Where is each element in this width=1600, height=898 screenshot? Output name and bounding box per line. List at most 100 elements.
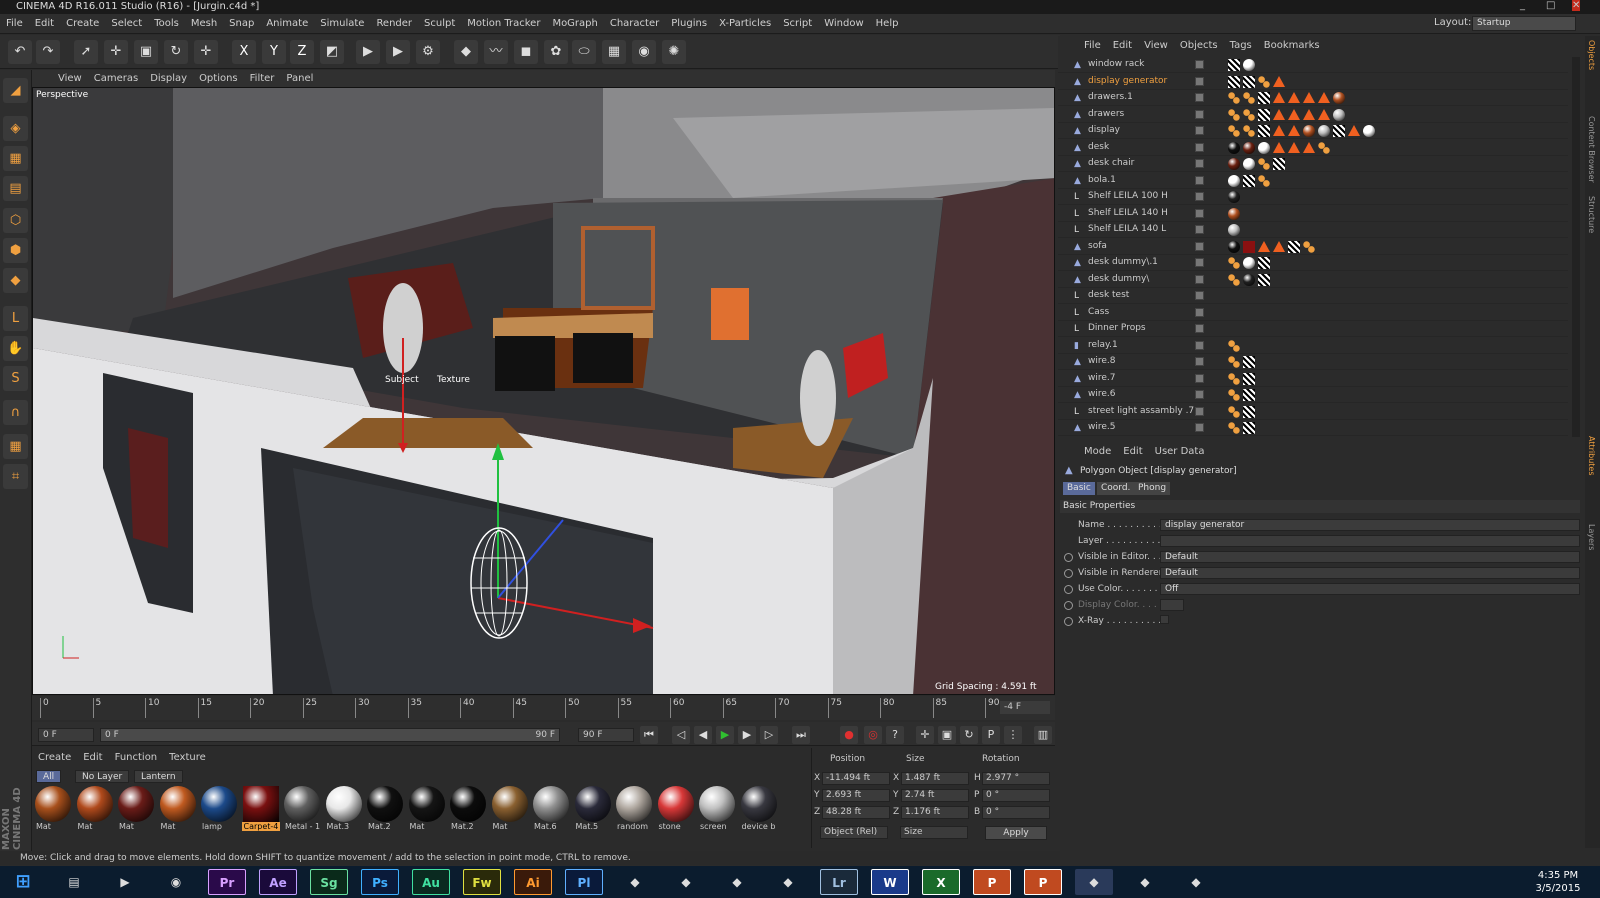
object-row[interactable]: L Dinner Props <box>1058 321 1568 337</box>
phong-tag-icon[interactable] <box>1348 125 1360 136</box>
size-mode-select[interactable]: Size <box>900 826 968 839</box>
rotation-field[interactable]: 2.977 ° <box>982 772 1050 785</box>
material-swatch[interactable]: Metal - 1 <box>283 786 321 836</box>
texture-tag-icon[interactable] <box>1243 75 1255 88</box>
menu-tools[interactable]: Tools <box>148 18 185 29</box>
move-icon[interactable]: ✛ <box>104 40 128 64</box>
viewport-menu-display[interactable]: Display <box>144 73 193 84</box>
object-row[interactable]: ▲ bola.1 <box>1058 173 1568 189</box>
visibility-toggle[interactable] <box>1195 159 1204 168</box>
uvw-tag-icon[interactable] <box>1228 257 1240 269</box>
next-key-icon[interactable]: ▷ <box>760 726 778 744</box>
rotation-field[interactable]: 0 ° <box>982 806 1050 819</box>
position-field[interactable]: 2.693 ft <box>822 789 890 802</box>
polygons-icon[interactable]: ◆ <box>3 268 28 293</box>
model-icon[interactable]: ◈ <box>3 116 28 141</box>
texture-tag-icon[interactable] <box>1333 125 1345 137</box>
phong-tag-icon[interactable] <box>1273 75 1285 87</box>
coord-system-icon[interactable]: ◩ <box>320 40 344 64</box>
menu-plugins[interactable]: Plugins <box>665 18 713 29</box>
texture-tag-icon[interactable] <box>1243 372 1255 385</box>
visibility-toggle[interactable] <box>1195 109 1204 119</box>
taskbar-sg-icon[interactable]: Sg <box>310 869 348 895</box>
key-param-icon[interactable]: P <box>982 726 1000 744</box>
material-tag-icon[interactable] <box>1228 207 1240 220</box>
nurbs-icon[interactable]: ◼ <box>514 40 538 64</box>
rotation-field[interactable]: 0 ° <box>982 789 1050 802</box>
range-slider[interactable]: 0 F 90 F <box>100 728 560 742</box>
visibility-toggle[interactable] <box>1195 225 1204 234</box>
material-tag-icon[interactable] <box>1243 59 1255 71</box>
position-field[interactable]: 48.28 ft <box>822 806 890 819</box>
object-menu-view[interactable]: View <box>1138 40 1174 54</box>
menu-file[interactable]: File <box>0 18 29 29</box>
object-row[interactable]: L Cass <box>1058 305 1568 321</box>
menu-mesh[interactable]: Mesh <box>185 18 223 29</box>
texture-tag-icon[interactable] <box>1243 405 1255 418</box>
visibility-toggle[interactable] <box>1195 76 1204 86</box>
x-axis-icon[interactable]: X <box>232 40 256 64</box>
uvw-tag-icon[interactable] <box>1228 389 1240 401</box>
viewport[interactable]: Subject Texture <box>32 87 1055 695</box>
material-swatch[interactable]: Mat.2 <box>449 786 487 836</box>
material-menu-texture[interactable]: Texture <box>163 752 212 766</box>
visibility-toggle[interactable] <box>1195 192 1204 201</box>
object-row[interactable]: ▲ wire.8 <box>1058 354 1568 370</box>
taskbar-pl-icon[interactable]: Pl <box>565 869 603 895</box>
material-swatch[interactable]: stone <box>657 786 695 836</box>
material-swatch[interactable]: Mat <box>34 786 72 836</box>
uvw-tag-icon[interactable] <box>1258 158 1270 170</box>
animate-radio[interactable] <box>1064 601 1073 610</box>
uvw-tag-icon[interactable] <box>1303 240 1315 253</box>
object-menu-bookmarks[interactable]: Bookmarks <box>1258 40 1326 54</box>
taskbar-start-icon[interactable]: ⊞ <box>4 869 42 895</box>
taskbar-ps-icon[interactable]: Ps <box>361 869 399 895</box>
menu-script[interactable]: Script <box>777 18 818 29</box>
viewport-menu-view[interactable]: View <box>52 73 88 84</box>
z-axis-icon[interactable]: Z <box>290 40 314 64</box>
array-icon[interactable]: ✿ <box>544 40 568 64</box>
texture-icon[interactable]: ▦ <box>3 146 28 171</box>
render-picture-icon[interactable]: ▶ <box>386 40 410 64</box>
phong-tag-icon[interactable] <box>1288 92 1300 103</box>
material-swatch[interactable]: device b <box>740 786 778 836</box>
attribute-tab-coord[interactable]: Coord. <box>1097 482 1135 495</box>
menu-help[interactable]: Help <box>870 18 905 29</box>
phong-tag-icon[interactable] <box>1273 141 1285 153</box>
material-tag-icon[interactable] <box>1243 158 1255 170</box>
cube-icon[interactable]: ◆ <box>454 40 478 64</box>
phong-tag-icon[interactable] <box>1318 108 1330 120</box>
spline-icon[interactable]: 〰 <box>484 40 508 64</box>
minimize-button[interactable]: _ <box>1520 0 1525 11</box>
material-swatch[interactable]: lamp <box>200 786 238 836</box>
material-swatch[interactable]: random <box>615 786 653 836</box>
record-icon[interactable]: ● <box>840 726 858 744</box>
phong-tag-icon[interactable] <box>1273 92 1285 103</box>
texture-tag-icon[interactable] <box>1258 257 1270 269</box>
visibility-toggle[interactable] <box>1195 241 1204 251</box>
menu-render[interactable]: Render <box>370 18 418 29</box>
taskbar-lr-icon[interactable]: Lr <box>820 869 858 895</box>
property-value[interactable]: Off <box>1160 583 1580 595</box>
current-frame[interactable]: -4 F <box>1000 701 1050 714</box>
coord-mode-select[interactable]: Object (Rel) <box>820 826 888 839</box>
prev-frame-icon[interactable]: ◀ <box>694 726 712 744</box>
timeline-icon[interactable]: ▥ <box>1034 726 1052 744</box>
object-menu-tags[interactable]: Tags <box>1224 40 1258 54</box>
material-swatch[interactable]: Mat.2 <box>366 786 404 836</box>
tweak-icon[interactable]: ✋ <box>3 336 28 361</box>
workplane-icon[interactable]: ▤ <box>3 176 28 201</box>
light-icon[interactable]: ✺ <box>662 40 686 64</box>
play-icon[interactable]: ▶ <box>716 726 734 744</box>
texture-tag-icon[interactable] <box>1288 240 1300 253</box>
autokey-icon[interactable]: ◎ <box>864 726 882 744</box>
phong-tag-icon[interactable] <box>1303 108 1315 120</box>
material-tag-icon[interactable] <box>1258 141 1270 154</box>
size-field[interactable]: 2.74 ft <box>901 789 969 802</box>
taskbar-pr-icon[interactable]: Pr <box>208 869 246 895</box>
phong-tag-icon[interactable] <box>1303 141 1315 153</box>
taskbar-ae-icon[interactable]: Ae <box>259 869 297 895</box>
object-row[interactable]: ▲ display generator <box>1058 74 1568 90</box>
visibility-toggle[interactable] <box>1195 258 1204 267</box>
lock-icon[interactable]: ⌗ <box>3 464 28 489</box>
